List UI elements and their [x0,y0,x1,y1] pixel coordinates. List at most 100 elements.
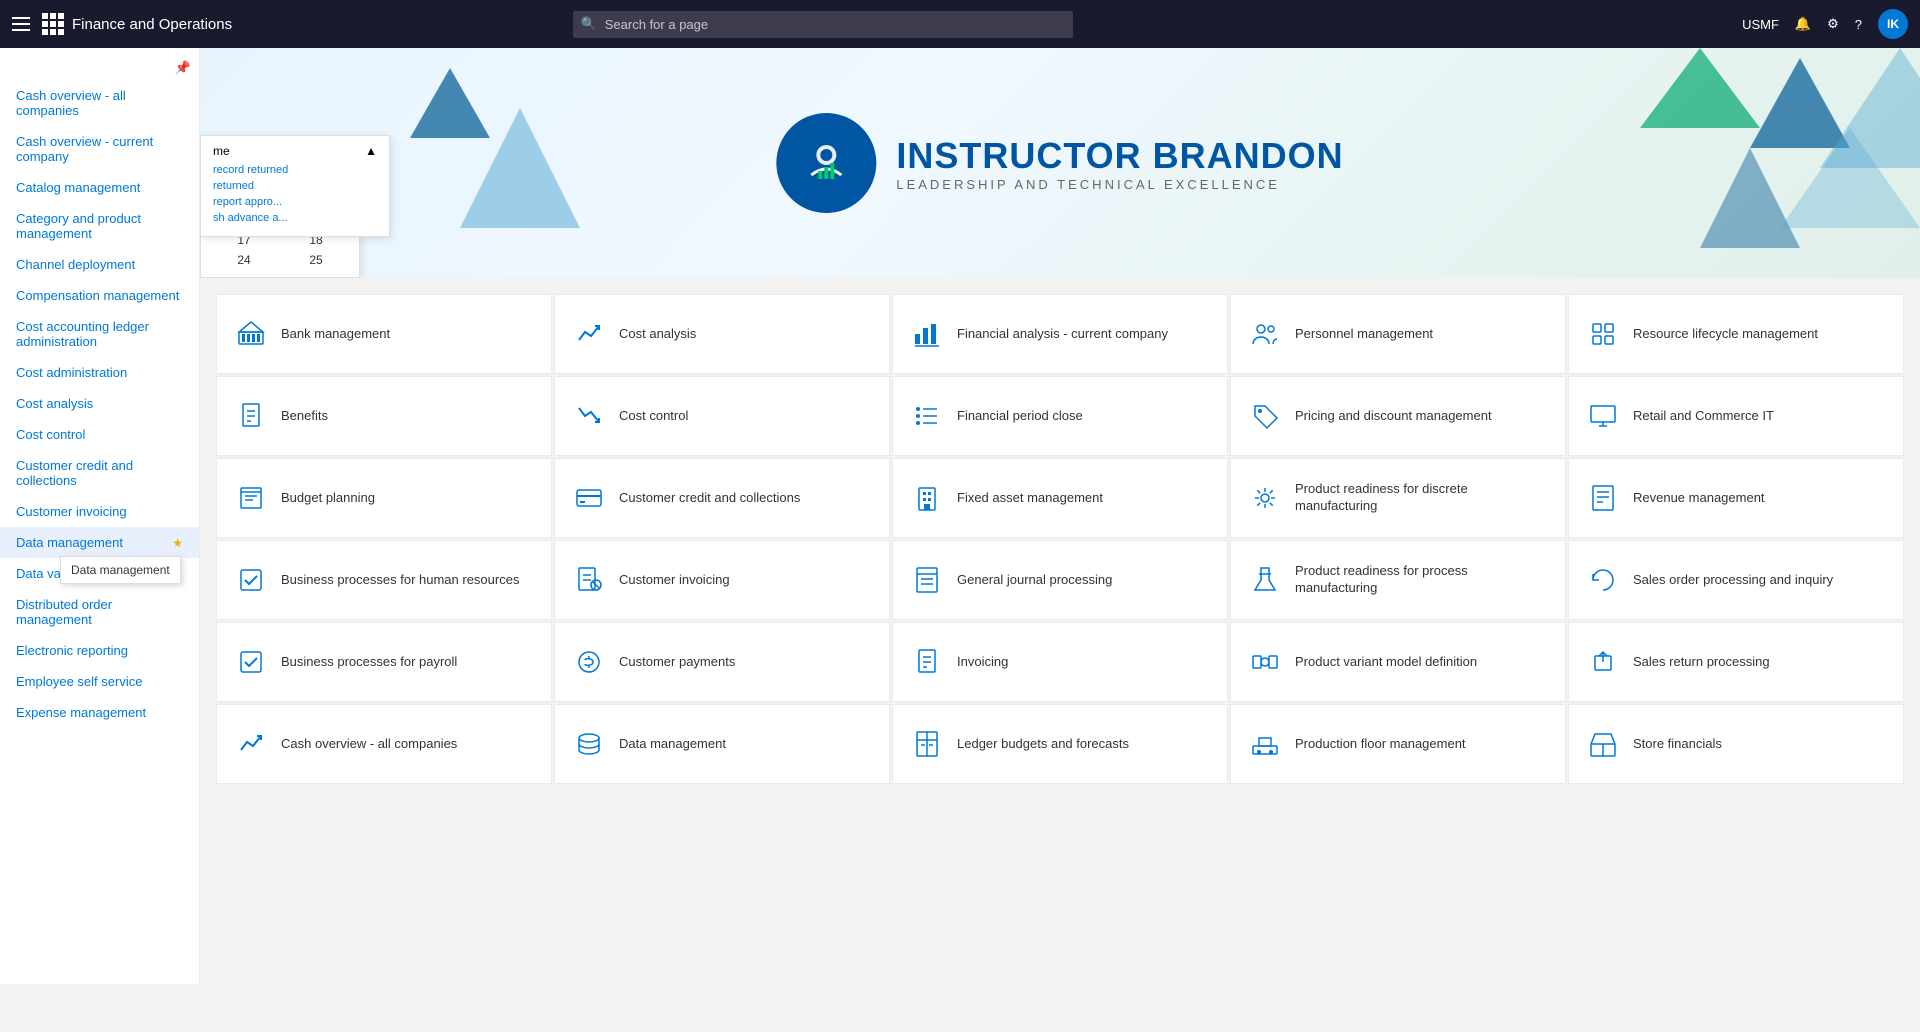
sidebar-item-3[interactable]: Category and product management [0,203,199,249]
tile-general-journal-processing[interactable]: General journal processing [892,540,1228,620]
sidebar-item-0[interactable]: Cash overview - all companies [0,80,199,126]
tile-bank-management[interactable]: Bank management [216,294,552,374]
sidebar-item-14[interactable]: Distributed order management [0,589,199,635]
sidebar-item-label-10: Customer credit and collections [16,458,183,488]
tile-customer-credit-collections[interactable]: Customer credit and collections [554,458,890,538]
tile-icon-product-variant-model [1247,644,1283,680]
tile-icon-retail-commerce-it [1585,398,1621,434]
tile-icon-invoicing [909,644,945,680]
tile-icon-product-readiness-discrete [1247,480,1283,516]
tile-customer-payments[interactable]: Customer payments [554,622,890,702]
sidebar-item-11[interactable]: Customer invoicing [0,496,199,527]
layout: 📌 Cash overview - all companies Cash over… [0,48,1920,984]
tile-icon-store-financials [1585,726,1621,762]
tile-business-processes-hr[interactable]: Business processes for human resources [216,540,552,620]
notif-item-3[interactable]: sh advance a... [213,212,377,224]
sidebar-item-label-0: Cash overview - all companies [16,88,183,118]
main-content: ‹ October › Fr Sa 3 4 10 11 17 18 24 25 [200,48,1920,984]
pin-icon[interactable]: 📌 [175,60,191,76]
workspace-grid: Bank management Cost analysis Financial … [200,278,1920,984]
tile-customer-invoicing[interactable]: Customer invoicing [554,540,890,620]
sidebar-item-4[interactable]: Channel deployment [0,249,199,280]
tile-retail-commerce-it[interactable]: Retail and Commerce IT [1568,376,1904,456]
sidebar-item-15[interactable]: Electronic reporting [0,635,199,666]
tile-business-processes-payroll[interactable]: Business processes for payroll [216,622,552,702]
sidebar-item-8[interactable]: Cost analysis [0,388,199,419]
tile-product-readiness-discrete[interactable]: Product readiness for discrete manufactu… [1230,458,1566,538]
tile-label-cost-control: Cost control [619,408,688,425]
sidebar-item-13[interactable]: Data validation checklist [0,558,199,589]
help-icon[interactable]: ? [1855,17,1862,32]
sidebar-item-label-15: Electronic reporting [16,643,183,658]
tile-sales-return-processing[interactable]: Sales return processing [1568,622,1904,702]
notif-item-1[interactable]: returned [213,180,377,192]
notif-item-0[interactable]: record returned [213,164,377,176]
tile-icon-business-processes-payroll [233,644,269,680]
sidebar-item-12[interactable]: Data management★ [0,527,199,558]
cal-day-24[interactable]: 24 [209,251,279,269]
sidebar-item-1[interactable]: Cash overview - current company [0,126,199,172]
tile-store-financials[interactable]: Store financials [1568,704,1904,784]
notifications-icon[interactable]: 🔔 [1795,16,1811,32]
tile-fixed-asset-management[interactable]: Fixed asset management [892,458,1228,538]
tile-financial-period-close[interactable]: Financial period close [892,376,1228,456]
waffle-icon[interactable] [42,13,64,35]
tile-product-readiness-process[interactable]: Product readiness for process manufactur… [1230,540,1566,620]
tile-financial-analysis-current[interactable]: Financial analysis - current company [892,294,1228,374]
tile-revenue-management[interactable]: Revenue management [1568,458,1904,538]
sidebar-item-2[interactable]: Catalog management [0,172,199,203]
tile-personnel-management[interactable]: Personnel management [1230,294,1566,374]
sidebar-item-16[interactable]: Employee self service [0,666,199,697]
tile-label-cash-overview-all: Cash overview - all companies [281,736,457,753]
sidebar-item-10[interactable]: Customer credit and collections [0,450,199,496]
tile-cash-overview-all[interactable]: Cash overview - all companies [216,704,552,784]
notif-collapse-icon[interactable]: ▲ [365,144,377,158]
tile-label-sales-return-processing: Sales return processing [1633,654,1770,671]
tile-label-revenue-management: Revenue management [1633,490,1765,507]
tile-sales-order-processing[interactable]: Sales order processing and inquiry [1568,540,1904,620]
tile-icon-financial-analysis-current [909,316,945,352]
sidebar-item-17[interactable]: Expense management [0,697,199,728]
tile-benefits[interactable]: Benefits [216,376,552,456]
tile-icon-product-readiness-process [1247,562,1283,598]
tile-icon-general-journal-processing [909,562,945,598]
search-input[interactable] [573,11,1073,38]
tile-production-floor-management[interactable]: Production floor management [1230,704,1566,784]
hamburger-menu[interactable] [12,17,30,31]
search-bar: 🔍 [573,11,1073,38]
notif-item-2[interactable]: report appro... [213,196,377,208]
tile-product-variant-model[interactable]: Product variant model definition [1230,622,1566,702]
sidebar-item-6[interactable]: Cost accounting ledger administration [0,311,199,357]
settings-icon[interactable]: ⚙ [1827,16,1839,32]
notification-panel: me ▲ record returnedreturnedreport appro… [200,135,390,237]
avatar[interactable]: IK [1878,9,1908,39]
tile-ledger-budgets-forecasts[interactable]: Ledger budgets and forecasts [892,704,1228,784]
tile-label-resource-lifecycle: Resource lifecycle management [1633,326,1818,343]
tile-icon-business-processes-hr [233,562,269,598]
sidebar-item-7[interactable]: Cost administration [0,357,199,388]
tile-budget-planning[interactable]: Budget planning [216,458,552,538]
tile-pricing-discount[interactable]: Pricing and discount management [1230,376,1566,456]
tile-invoicing[interactable]: Invoicing [892,622,1228,702]
banner-text: INSTRUCTOR BRANDON LEADERSHIP AND TECHNI… [896,135,1343,192]
user-company: USMF [1742,17,1779,32]
tile-cost-control[interactable]: Cost control [554,376,890,456]
app-logo: Finance and Operations [42,13,232,35]
tile-cost-analysis[interactable]: Cost analysis [554,294,890,374]
tile-icon-customer-invoicing [571,562,607,598]
tile-label-data-management: Data management [619,736,726,753]
tile-icon-resource-lifecycle [1585,316,1621,352]
tile-label-store-financials: Store financials [1633,736,1722,753]
tile-icon-benefits [233,398,269,434]
cal-day-25[interactable]: 25 [281,251,351,269]
sidebar-item-5[interactable]: Compensation management [0,280,199,311]
company-name: INSTRUCTOR BRANDON [896,135,1343,177]
tile-data-management[interactable]: Data management [554,704,890,784]
tile-label-pricing-discount: Pricing and discount management [1295,408,1492,425]
tile-resource-lifecycle[interactable]: Resource lifecycle management [1568,294,1904,374]
company-tagline: LEADERSHIP AND TECHNICAL EXCELLENCE [896,177,1343,192]
top-nav: Finance and Operations 🔍 USMF 🔔 ⚙ ? IK [0,0,1920,48]
sidebar-item-9[interactable]: Cost control [0,419,199,450]
tile-label-general-journal-processing: General journal processing [957,572,1112,589]
tile-icon-cash-overview-all [233,726,269,762]
